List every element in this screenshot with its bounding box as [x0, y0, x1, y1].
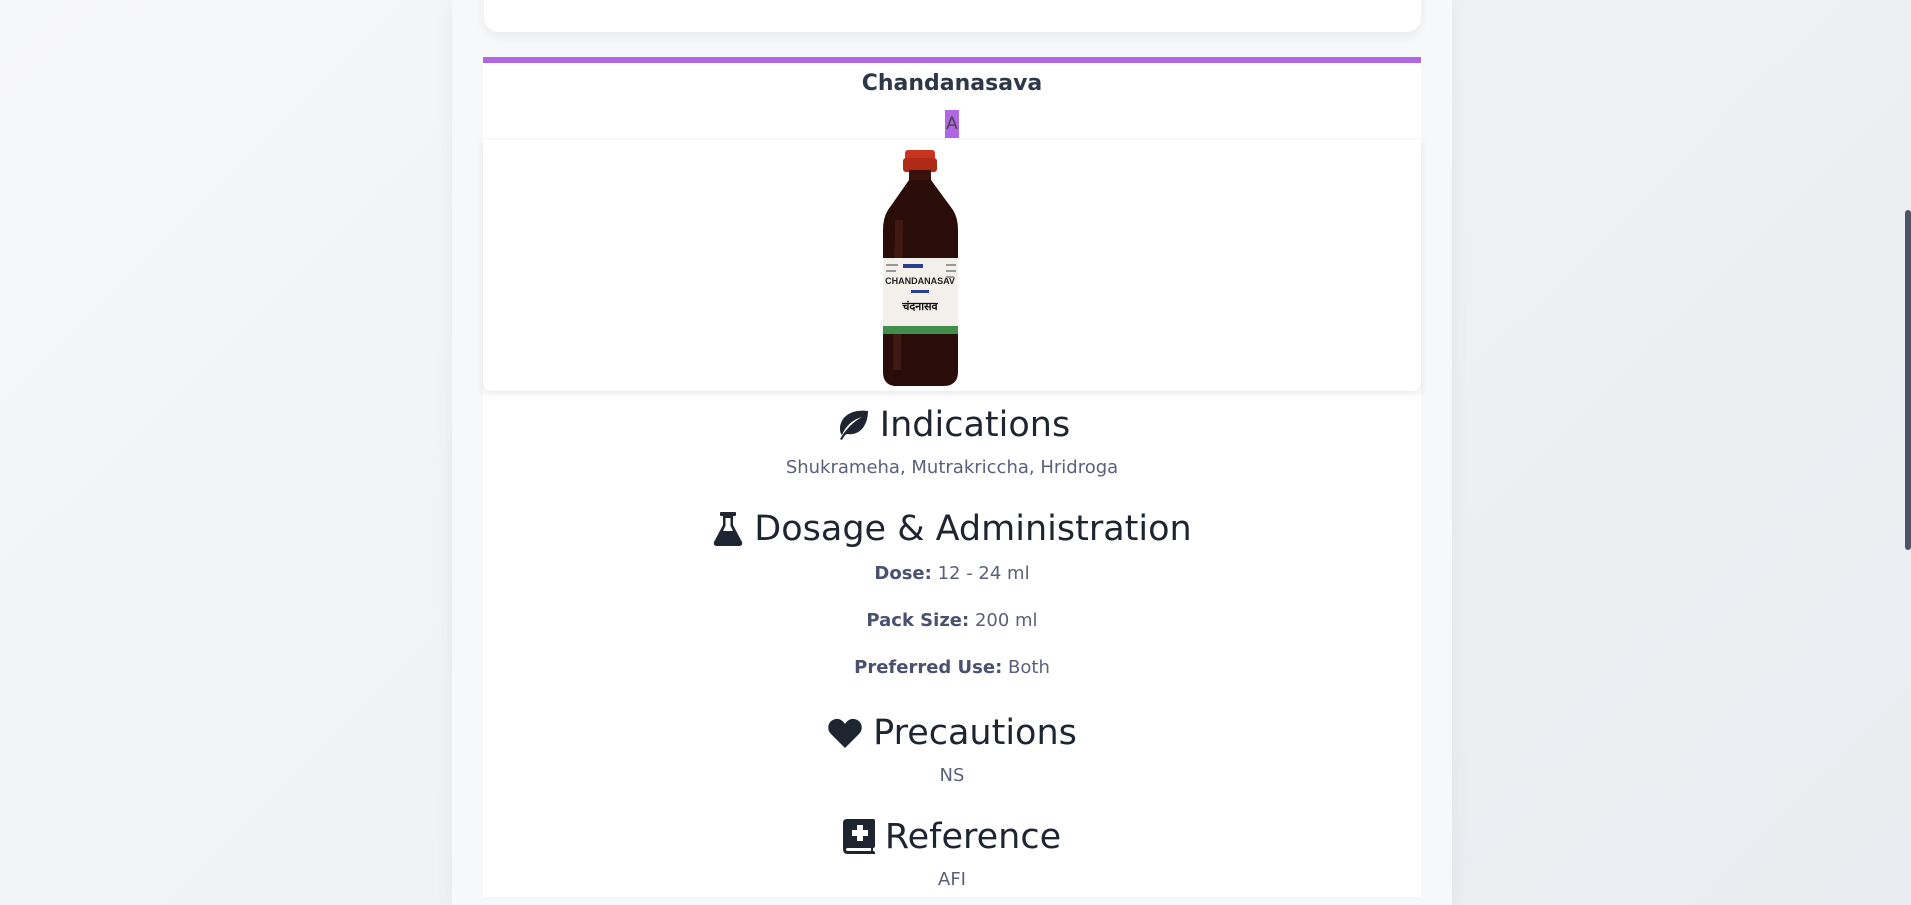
precautions-title: Precautions — [873, 713, 1077, 753]
indications-section: Indications Shukrameha, Mutrakriccha, Hr… — [483, 405, 1421, 478]
reference-section: Reference AFI — [483, 817, 1421, 890]
dosage-section: Dosage & Administration Dose: 12 - 24 ml… — [483, 509, 1421, 678]
reference-title: Reference — [884, 817, 1062, 857]
product-card: Chandanasava A CHANDANASAV चंदनासव Indic… — [483, 57, 1421, 897]
book-medical-icon — [842, 819, 875, 854]
svg-text:चंदनासव: चंदनासव — [901, 300, 938, 313]
precautions-text: NS — [939, 765, 965, 786]
reference-text: AFI — [938, 869, 966, 890]
precautions-heading: Precautions — [483, 713, 1421, 753]
precautions-section: Precautions NS — [483, 713, 1421, 786]
preferred-use-value: Both — [1008, 657, 1050, 678]
page-scrollbar-thumb[interactable] — [1905, 210, 1911, 550]
preferred-use-line: Preferred Use: Both — [483, 657, 1421, 678]
leaf-icon — [839, 410, 868, 440]
indications-text: Shukrameha, Mutrakriccha, Hridroga — [785, 457, 1119, 478]
preferred-use-label: Preferred Use: — [854, 657, 1003, 678]
dose-label: Dose: — [874, 563, 932, 584]
dose-value: 12 - 24 ml — [937, 563, 1030, 584]
dosage-title: Dosage & Administration — [754, 509, 1192, 549]
reference-heading: Reference — [483, 817, 1421, 857]
pack-size-value: 200 ml — [974, 610, 1038, 631]
flask-icon — [714, 512, 743, 546]
heart-icon — [828, 718, 862, 748]
previous-card — [484, 0, 1421, 32]
dose-line: Dose: 12 - 24 ml — [483, 563, 1421, 584]
pack-size-line: Pack Size: 200 ml — [483, 610, 1421, 631]
product-title: Chandanasava — [861, 71, 1043, 96]
svg-text:CHANDANASAV: CHANDANASAV — [885, 276, 955, 286]
indications-title: Indications — [879, 405, 1071, 445]
product-image: CHANDANASAV चंदनासव — [883, 150, 958, 386]
product-badge: A — [945, 110, 959, 138]
card-header: Chandanasava A — [483, 63, 1421, 140]
indications-heading: Indications — [483, 405, 1421, 445]
dosage-heading: Dosage & Administration — [483, 509, 1421, 549]
pack-size-label: Pack Size: — [866, 610, 970, 631]
product-image-container: CHANDANASAV चंदनासव — [483, 140, 1421, 391]
